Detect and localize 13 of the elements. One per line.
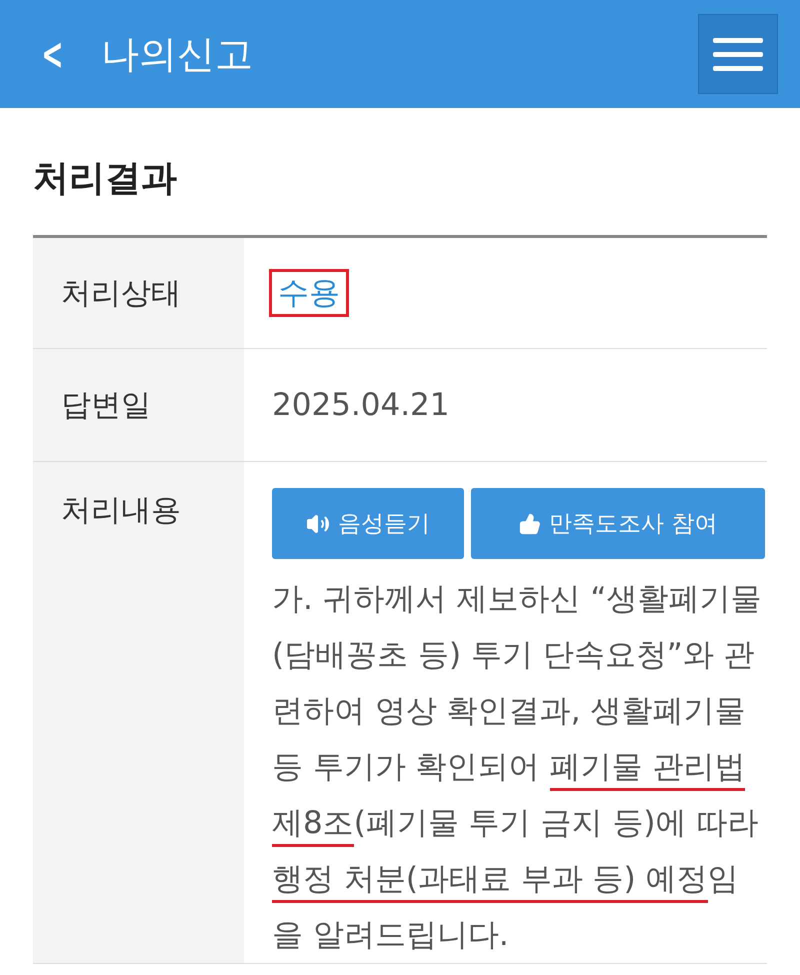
thumbs-up-icon <box>519 512 541 534</box>
status-value: 수용 <box>272 272 346 314</box>
listen-button[interactable]: 음성듣기 <box>272 488 464 559</box>
row-label: 답변일 <box>33 349 244 461</box>
date-value: 2025.04.21 <box>272 387 450 423</box>
row-label: 처리상태 <box>33 238 244 348</box>
page-title: 나의신고 <box>100 30 254 78</box>
section-title: 처리결과 <box>32 157 178 201</box>
row-label: 처리내용 <box>33 462 244 963</box>
result-paragraph: 가. 귀하께서 제보하신 “생활폐기물(담배꽁초 등) 투기 단속요청”와 관련하여 영상 확인결과, 생활폐기물 등 투기가 확인되어 폐기물 관리법 제8조(폐기물 투기 금지 등)에 따라 행정 처분(과태료 부과 등) 예정 임을 알려드립니다. <box>272 580 762 955</box>
menu-button[interactable] <box>698 14 778 94</box>
back-button[interactable]: < <box>41 28 64 80</box>
survey-button[interactable]: 만족도조사 참여 <box>471 488 766 559</box>
